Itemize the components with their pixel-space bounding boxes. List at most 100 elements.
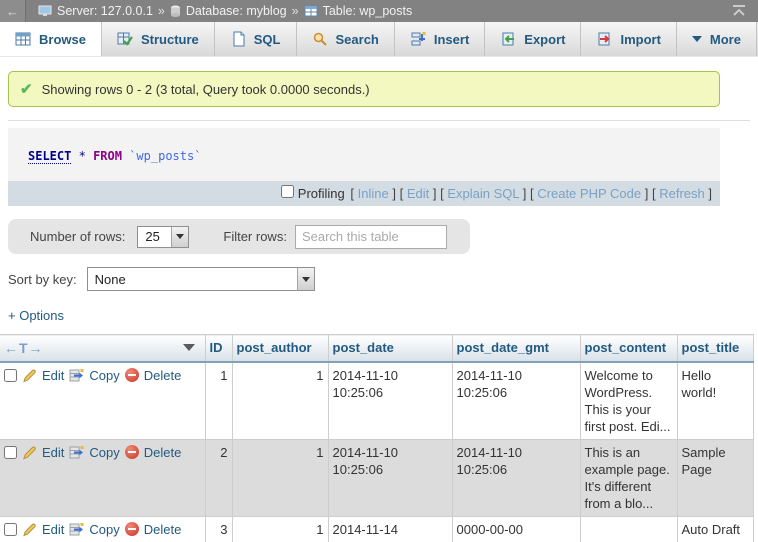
- cell-post-title: Hello world!: [677, 362, 753, 440]
- number-of-rows-select[interactable]: 25: [137, 226, 189, 248]
- inline-link[interactable]: Inline: [358, 186, 389, 201]
- header-id[interactable]: ID: [205, 335, 232, 362]
- pencil-icon: [22, 368, 37, 383]
- pencil-icon: [22, 445, 37, 460]
- bracket: ]: [708, 186, 712, 201]
- status-message: ✔ Showing rows 0 - 2 (3 total, Query too…: [8, 71, 720, 107]
- tab-export-label: Export: [524, 32, 565, 47]
- results-table: ←T→ ID post_author post_date post_date_g…: [0, 334, 754, 542]
- row-checkbox[interactable]: [4, 523, 17, 536]
- tab-sql[interactable]: SQL: [215, 22, 297, 56]
- row-checkbox[interactable]: [4, 446, 17, 459]
- sql-query-box: SELECT * FROM `wp_posts`: [8, 128, 720, 181]
- header-options-icon[interactable]: [183, 344, 195, 351]
- number-of-rows-value: 25: [138, 227, 171, 247]
- table-icon: [304, 5, 318, 17]
- breadcrumb-separator: »: [292, 4, 299, 18]
- cell-post-date: 2014-11-14 06:33:38: [328, 516, 452, 542]
- tab-search-label: Search: [336, 32, 379, 47]
- sql-icon: [230, 31, 246, 47]
- delete-action[interactable]: Delete: [144, 367, 182, 384]
- header-post-author[interactable]: post_author: [232, 335, 328, 362]
- cell-post-author: 1: [232, 439, 328, 516]
- tab-structure[interactable]: Structure: [102, 22, 215, 56]
- edit-action[interactable]: Edit: [42, 521, 64, 538]
- edit-action[interactable]: Edit: [42, 444, 64, 461]
- server-icon: [38, 5, 52, 17]
- delete-icon: [125, 445, 139, 459]
- breadcrumb-table-label: Table: wp_posts: [323, 4, 413, 18]
- profiling-checkbox[interactable]: [281, 185, 294, 198]
- cell-post-date: 2014-11-10 10:25:06: [328, 439, 452, 516]
- explain-sql-link[interactable]: Explain SQL: [447, 186, 519, 201]
- filter-rows-label: Filter rows:: [223, 229, 287, 244]
- cell-id: 1: [205, 362, 232, 440]
- tab-browse-label: Browse: [39, 32, 86, 47]
- tab-more-label: More: [710, 32, 741, 47]
- refresh-link[interactable]: Refresh: [659, 186, 705, 201]
- filter-rows-input[interactable]: [295, 225, 447, 249]
- cell-post-title: Auto Draft: [677, 516, 753, 542]
- profiling-label: Profiling: [298, 186, 345, 201]
- import-icon: [596, 31, 612, 47]
- table-row: Edit Copy Delete 2 1 2014-11-10 10:25:06…: [0, 439, 753, 516]
- cell-post-content: Welcome to WordPress. This is your first…: [580, 362, 677, 440]
- breadcrumb-separator: »: [158, 4, 165, 18]
- back-arrow-icon: ←: [6, 4, 19, 19]
- breadcrumb-table[interactable]: Table: wp_posts: [304, 4, 413, 18]
- tab-export[interactable]: Export: [485, 22, 581, 56]
- sort-by-key-select[interactable]: None: [87, 267, 315, 291]
- cell-post-content: [580, 516, 677, 542]
- breadcrumb-bar: ← Server: 127.0.0.1 » Database: myblog »…: [0, 0, 758, 22]
- pencil-icon: [22, 522, 37, 537]
- header-post-title[interactable]: post_title: [677, 335, 753, 362]
- collapse-panel-button[interactable]: [732, 4, 746, 19]
- tab-structure-label: Structure: [141, 32, 199, 47]
- header-actions-cell: ←T→: [0, 335, 205, 362]
- bracket: [: [440, 186, 444, 201]
- sort-by-key-label: Sort by key:: [8, 272, 77, 287]
- select-arrow-icon: [171, 227, 188, 247]
- breadcrumb-server[interactable]: Server: 127.0.0.1: [38, 4, 153, 18]
- breadcrumb-database[interactable]: Database: myblog: [170, 4, 287, 18]
- copy-icon: [69, 445, 84, 460]
- copy-action[interactable]: Copy: [89, 367, 119, 384]
- header-post-date-gmt[interactable]: post_date_gmt: [452, 335, 580, 362]
- tab-insert-label: Insert: [434, 32, 469, 47]
- breadcrumb-database-label: Database: myblog: [186, 4, 287, 18]
- export-icon: [500, 31, 516, 47]
- table-row: Edit Copy Delete 1 1 2014-11-10 10:25:06…: [0, 362, 753, 440]
- table-row: Edit Copy Delete 3 1 2014-11-14 06:33:38…: [0, 516, 753, 542]
- delete-icon: [125, 368, 139, 382]
- delete-action[interactable]: Delete: [144, 444, 182, 461]
- tab-sql-label: SQL: [254, 32, 281, 47]
- tab-bar: Browse Structure SQL Search Insert Expor…: [0, 22, 758, 57]
- tab-browse[interactable]: Browse: [0, 22, 102, 56]
- edit-link[interactable]: Edit: [407, 186, 429, 201]
- row-checkbox[interactable]: [4, 369, 17, 382]
- tab-import[interactable]: Import: [581, 22, 676, 56]
- cell-id: 3: [205, 516, 232, 542]
- tab-more[interactable]: More: [677, 22, 757, 56]
- copy-action[interactable]: Copy: [89, 444, 119, 461]
- sql-keyword-select[interactable]: SELECT: [28, 149, 71, 164]
- back-button[interactable]: ←: [0, 0, 26, 22]
- create-php-code-link[interactable]: Create PHP Code: [537, 186, 641, 201]
- column-reorder-icon[interactable]: ←T→: [4, 340, 44, 356]
- header-post-date[interactable]: post_date: [328, 335, 452, 362]
- breadcrumb: Server: 127.0.0.1 » Database: myblog » T…: [38, 4, 412, 18]
- delete-action[interactable]: Delete: [144, 521, 182, 538]
- breadcrumb-server-label: Server: 127.0.0.1: [57, 4, 153, 18]
- cell-post-author: 1: [232, 516, 328, 542]
- success-check-icon: ✔: [20, 80, 33, 98]
- rows-filter-panel: Number of rows: 25 Filter rows:: [8, 219, 470, 254]
- copy-action[interactable]: Copy: [89, 521, 119, 538]
- options-toggle-link[interactable]: + Options: [8, 308, 758, 323]
- select-arrow-icon: [297, 268, 314, 290]
- header-post-content[interactable]: post_content: [580, 335, 677, 362]
- tab-search[interactable]: Search: [297, 22, 395, 56]
- tab-import-label: Import: [620, 32, 660, 47]
- tab-insert[interactable]: Insert: [395, 22, 485, 56]
- edit-action[interactable]: Edit: [42, 367, 64, 384]
- search-icon: [312, 31, 328, 47]
